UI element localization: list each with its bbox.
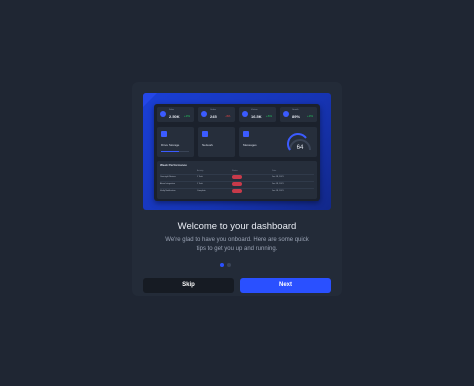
row-activity: 1 Task — [197, 176, 203, 178]
row-activity: Complete — [197, 190, 206, 192]
stat-label: Orders — [210, 109, 217, 111]
preview-stat-card: Visitors 16.5K +6% — [239, 107, 276, 122]
row-name: Verify Notification — [160, 190, 176, 192]
row-name: Alexa Integration — [160, 183, 176, 185]
row-date: Jun 18, 2021 — [272, 183, 284, 185]
next-button[interactable]: Next — [240, 278, 331, 293]
gauge-chart: 64 — [287, 133, 311, 151]
preview-storage-card: Drive Storage — [157, 127, 194, 157]
preview-network-card: Network — [198, 127, 235, 157]
modal-title: Welcome to your dashboard — [177, 221, 297, 232]
status-badge — [232, 182, 242, 186]
step-dot-active[interactable] — [220, 263, 224, 267]
modal-description: We're glad to have you onboard. Here are… — [165, 237, 309, 252]
card-title: Network — [202, 143, 214, 147]
users-icon — [242, 111, 248, 117]
row-name: Oversight Review — [160, 176, 176, 178]
table-title: Week Performance — [160, 163, 187, 167]
step-dot[interactable] — [227, 263, 231, 267]
preview-stat-card: Sales 2.50K +3% — [157, 107, 194, 122]
preview-performance-table: Week Performance Activity Status Date Ov… — [157, 161, 317, 199]
column-header: Activity — [197, 170, 204, 172]
stat-change: +3% — [184, 114, 191, 118]
row-date: Jun 18, 2021 — [272, 190, 284, 192]
preview-stat-card: Orders 245 -4% — [198, 107, 235, 122]
column-header: Date — [272, 170, 277, 172]
column-header: Status — [232, 170, 238, 172]
preview-stat-card: Growth 89% +3% — [280, 107, 317, 122]
cart-icon — [201, 111, 207, 117]
stat-change: +6% — [266, 114, 273, 118]
stat-label: Visitors — [251, 109, 258, 111]
stat-value: 89% — [292, 114, 301, 119]
status-badge — [232, 175, 242, 179]
stat-change: -4% — [225, 114, 231, 118]
stat-value: 245 — [210, 114, 217, 119]
card-title: Drive Storage — [161, 143, 180, 147]
row-date: Jun 18, 2021 — [272, 176, 284, 178]
gauge-value: 64 — [297, 145, 304, 151]
stat-value: 16.5K — [251, 114, 262, 119]
skip-button[interactable]: Skip — [143, 278, 234, 293]
storage-progress-fill — [161, 151, 180, 152]
table-row: Alexa Integration 1 Task Jun 18, 2021 — [160, 181, 314, 188]
stat-change: +3% — [307, 114, 314, 118]
table-row: Oversight Review 1 Task Jun 18, 2021 — [160, 174, 314, 181]
card-title: Messages — [243, 143, 257, 147]
table-row: Verify Notification Complete Jun 18, 202… — [160, 188, 314, 195]
stat-label: Growth — [292, 109, 299, 111]
step-indicator — [220, 263, 236, 267]
stat-value: 2.50K — [169, 114, 180, 119]
dashboard-preview-banner: Sales 2.50K +3% Orders 245 -4% Visitors … — [143, 93, 331, 210]
preview-messages-card: Messages 64 — [239, 127, 317, 157]
message-icon — [243, 131, 249, 137]
storage-progress — [161, 151, 189, 152]
stat-label: Sales — [169, 109, 175, 111]
drive-icon — [161, 131, 167, 137]
chart-icon — [160, 111, 166, 117]
network-icon — [202, 131, 208, 137]
trend-icon — [283, 111, 289, 117]
row-activity: 1 Task — [197, 183, 203, 185]
dashboard-preview-image: Sales 2.50K +3% Orders 245 -4% Visitors … — [154, 104, 320, 201]
status-badge — [232, 189, 242, 193]
